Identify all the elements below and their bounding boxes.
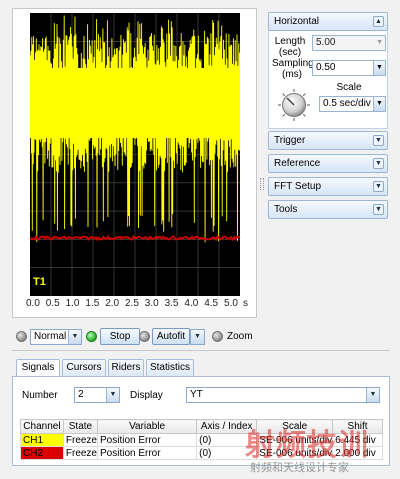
- variable-cell[interactable]: Position Error: [96, 433, 198, 447]
- horizontal-splitter[interactable]: [12, 350, 390, 353]
- column-header[interactable]: Axis / Index: [196, 419, 258, 434]
- autofit-button[interactable]: Autofit: [152, 328, 190, 345]
- mode-select[interactable]: Normal ▼: [30, 329, 82, 345]
- tab-statistics[interactable]: Statistics: [146, 359, 194, 377]
- time-tick-label: 0.5: [45, 298, 60, 309]
- stop-led-icon: [86, 331, 97, 342]
- display-label: Display: [130, 390, 163, 401]
- fft-setup-panel-header[interactable]: FFT Setup ▼: [268, 177, 388, 196]
- trace-label: T1: [33, 276, 46, 288]
- time-tick-label: 4.0: [184, 298, 199, 309]
- horizontal-title: Horizontal: [274, 16, 320, 27]
- chevron-down-icon: ▼: [376, 39, 383, 46]
- scale-select[interactable]: 0.5 sec/div ▼: [319, 96, 386, 112]
- scale-value: 0.5 sec/div: [323, 98, 371, 109]
- time-tick-label: 3.5: [164, 298, 179, 309]
- time-tick-label: 1.5: [85, 298, 100, 309]
- scale-cell[interactable]: SE-006 units/div: [256, 446, 334, 460]
- chevron-down-icon[interactable]: ▼: [366, 388, 379, 402]
- scale-knob-icon[interactable]: [277, 88, 311, 122]
- sampling-value: 0.50: [316, 62, 336, 73]
- display-value: YT: [190, 389, 203, 400]
- chevron-down-icon[interactable]: ▼: [373, 158, 384, 169]
- chevron-down-icon[interactable]: ▼: [373, 61, 385, 75]
- chevron-down-icon[interactable]: ▼: [68, 330, 81, 344]
- shift-cell[interactable]: 2.000 div: [332, 446, 383, 460]
- number-value: 2: [78, 389, 84, 400]
- reference-title: Reference: [274, 158, 321, 169]
- column-header[interactable]: Shift: [332, 419, 383, 434]
- stop-button[interactable]: Stop: [100, 328, 140, 345]
- variable-cell[interactable]: Position Error: [96, 446, 198, 460]
- chevron-up-icon[interactable]: ▲: [373, 16, 384, 27]
- length-field[interactable]: 5.00 ▼: [312, 35, 386, 51]
- shift-cell[interactable]: 6.445 div: [332, 433, 383, 447]
- trigger-title: Trigger: [274, 135, 306, 146]
- scope-toolbar: Normal ▼ Stop Autofit ▼ Zoom: [12, 328, 257, 346]
- tools-title: Tools: [274, 204, 298, 215]
- tab-cursors[interactable]: Cursors: [62, 359, 106, 377]
- time-tick-label: 2.5: [125, 298, 139, 309]
- table-header-row: Channel State Variable Axis / Index Scal…: [20, 419, 383, 434]
- axis-cell[interactable]: (0): [196, 446, 258, 460]
- axis-cell[interactable]: (0): [196, 433, 258, 447]
- chevron-down-icon[interactable]: ▼: [106, 388, 119, 402]
- zoom-led-icon: [212, 331, 223, 342]
- scale-label: Scale: [336, 82, 362, 93]
- table-row[interactable]: CH2 Freeze Position Error (0) SE-006 uni…: [20, 446, 383, 460]
- column-header[interactable]: Variable: [96, 419, 198, 434]
- horizontal-panel-header[interactable]: Horizontal ▲: [268, 12, 388, 31]
- number-select[interactable]: 2 ▼: [74, 387, 120, 403]
- time-tick-label: 3.0: [144, 298, 159, 309]
- column-header[interactable]: Scale: [256, 419, 334, 434]
- autofit-led-icon: [139, 331, 150, 342]
- length-value: 5.00: [316, 37, 336, 48]
- sampling-field[interactable]: 0.50 ▼: [312, 60, 386, 76]
- zoom-label[interactable]: Zoom: [227, 331, 253, 342]
- scope-plot-area[interactable]: T1: [29, 13, 241, 296]
- chevron-down-icon[interactable]: ▼: [373, 135, 384, 146]
- time-tick-label: 0.0: [26, 298, 40, 309]
- chevron-down-icon[interactable]: ▼: [373, 97, 385, 111]
- vertical-splitter-grip[interactable]: [260, 178, 264, 190]
- chevron-down-icon[interactable]: ▼: [373, 181, 384, 192]
- time-tick-label: 4.5: [204, 298, 219, 309]
- state-cell[interactable]: Freeze: [62, 433, 99, 447]
- channel-cell[interactable]: CH1: [20, 433, 64, 447]
- fft-setup-title: FFT Setup: [274, 181, 322, 192]
- column-header[interactable]: Channel: [20, 419, 64, 434]
- chevron-down-icon[interactable]: ▼: [191, 330, 204, 344]
- chevron-down-icon[interactable]: ▼: [373, 204, 384, 215]
- time-tick-label: 5.0: [224, 298, 238, 309]
- channel-cell[interactable]: CH2: [20, 446, 64, 460]
- time-unit-label: s: [243, 298, 248, 309]
- display-select[interactable]: YT ▼: [186, 387, 380, 403]
- tools-panel-header[interactable]: Tools ▼: [268, 200, 388, 219]
- trigger-panel-header[interactable]: Trigger ▼: [268, 131, 388, 150]
- channel-table: Channel State Variable Axis / Index Scal…: [20, 419, 383, 460]
- number-label: Number: [22, 390, 58, 401]
- table-row[interactable]: CH1 Freeze Position Error (0) SE-006 uni…: [20, 433, 383, 447]
- column-header[interactable]: State: [62, 419, 99, 434]
- ch1-trace-core: [30, 68, 240, 138]
- scale-cell[interactable]: SE-006 units/div: [256, 433, 334, 447]
- time-tick-label: 1.0: [65, 298, 80, 309]
- scope-svg: [29, 13, 241, 296]
- reference-panel-header[interactable]: Reference ▼: [268, 154, 388, 173]
- time-axis-labels: 0.0 0.5 1.0 1.5 2.0 2.5 3.0 3.5 4.0 4.5 5.0 s: [22, 298, 252, 312]
- tab-riders[interactable]: Riders: [108, 359, 144, 377]
- sampling-label: Sampling (ms): [272, 58, 314, 80]
- time-tick-label: 2.0: [105, 298, 120, 309]
- mode-value: Normal: [34, 331, 67, 342]
- state-cell[interactable]: Freeze: [62, 446, 99, 460]
- autofit-options-select[interactable]: ▼: [190, 329, 205, 345]
- length-label: Length (sec): [274, 36, 306, 58]
- normal-led-icon: [16, 331, 27, 342]
